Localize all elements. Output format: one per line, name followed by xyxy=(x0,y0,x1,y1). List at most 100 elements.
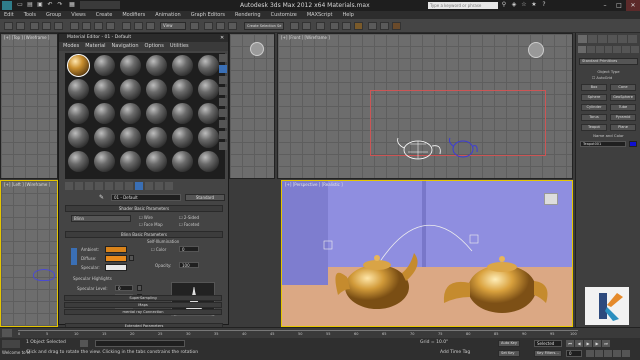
specular-color-swatch[interactable] xyxy=(105,264,127,271)
link-icon[interactable] xyxy=(30,22,39,30)
sample-slot[interactable] xyxy=(94,151,115,172)
mental-ray-connection-rollout[interactable]: mental ray Connection xyxy=(64,309,222,315)
material-editor-close-icon[interactable]: ✕ xyxy=(220,35,226,41)
autogrid-checkbox[interactable]: ☐ AutoGrid xyxy=(592,76,612,80)
sphere-button[interactable]: Sphere xyxy=(581,94,607,101)
specular-level-value[interactable]: 0 xyxy=(115,285,133,291)
background-icon[interactable] xyxy=(219,76,227,84)
bind-space-warp-icon[interactable] xyxy=(54,22,63,30)
render-setup-icon[interactable] xyxy=(368,22,377,30)
pyramid-button[interactable]: Pyramid xyxy=(610,114,636,121)
sample-slot[interactable] xyxy=(198,55,219,76)
pan-view-icon[interactable] xyxy=(622,350,630,357)
torus-button[interactable]: Torus xyxy=(581,114,607,121)
layer-manager-icon[interactable] xyxy=(316,22,325,30)
material-map-navigator-icon[interactable] xyxy=(219,142,227,150)
sample-slot[interactable] xyxy=(120,55,141,76)
opacity-value[interactable]: 100 xyxy=(179,262,199,268)
undo-icon[interactable]: ↶ xyxy=(46,1,54,9)
tube-button[interactable]: Tube xyxy=(610,104,636,111)
teapot-wireframe-front[interactable] xyxy=(396,134,446,160)
app-menu-icon[interactable] xyxy=(2,1,12,10)
viewcube-front-icon[interactable] xyxy=(528,42,544,58)
key-filters-button[interactable]: Key Filters... xyxy=(534,350,562,357)
window-crossing-icon[interactable] xyxy=(106,22,115,30)
name-and-color-header[interactable]: Name and Color xyxy=(579,133,638,138)
sample-slot[interactable] xyxy=(146,55,167,76)
teapot-button[interactable]: Teapot xyxy=(581,124,607,131)
go-forward-to-sibling-icon[interactable] xyxy=(165,182,173,190)
cameras-icon[interactable] xyxy=(604,46,613,53)
plane-button[interactable]: Plane xyxy=(610,124,636,131)
sample-slot[interactable] xyxy=(198,103,219,124)
favorites-icon[interactable]: ★ xyxy=(530,1,538,9)
sample-slot[interactable] xyxy=(172,79,193,100)
menu-edit[interactable]: Edit xyxy=(4,11,14,19)
menu-modifiers[interactable]: Modifiers xyxy=(122,11,145,19)
set-key-button[interactable]: Set Key xyxy=(498,350,520,357)
wire-checkbox[interactable]: ☐ Wire xyxy=(139,215,153,220)
zoom-extents-icon[interactable] xyxy=(604,350,612,357)
sample-slot[interactable] xyxy=(198,127,219,148)
material-name-field[interactable]: 01 - Default xyxy=(111,194,181,201)
redo-icon[interactable]: ↷ xyxy=(56,1,64,9)
viewport-top-label[interactable]: [+] [Top ] [Wireframe ] xyxy=(4,35,49,40)
backlight-icon[interactable] xyxy=(219,65,227,73)
workspace-dropdown[interactable] xyxy=(80,1,120,9)
create-tab-icon[interactable] xyxy=(578,35,587,43)
snaps-toggle-icon[interactable] xyxy=(204,22,213,30)
undo-tool-icon[interactable] xyxy=(4,22,13,30)
zoom-icon[interactable] xyxy=(586,350,594,357)
search-input[interactable]: Type a keyword or phrase xyxy=(428,2,498,9)
viewport-top[interactable]: [+] [Top ] [Wireframe ] xyxy=(0,33,58,179)
maximize-icon[interactable]: □ xyxy=(612,0,626,11)
add-time-tag[interactable]: Add Time Tag xyxy=(440,350,470,355)
sample-slot[interactable] xyxy=(68,127,89,148)
put-to-scene-icon[interactable] xyxy=(75,182,83,190)
specular-level-map-button[interactable] xyxy=(137,285,142,291)
cylinder-button[interactable]: Cylinder xyxy=(581,104,607,111)
teapot-left[interactable] xyxy=(332,243,422,313)
sample-slot[interactable] xyxy=(120,79,141,100)
diffuse-map-button[interactable] xyxy=(129,255,134,261)
pivot-center-icon[interactable] xyxy=(190,22,199,30)
redo-tool-icon[interactable] xyxy=(16,22,25,30)
select-by-name-icon[interactable] xyxy=(82,22,91,30)
me-menu-material[interactable]: Material xyxy=(85,42,105,51)
material-type-button[interactable]: Standard xyxy=(185,194,225,201)
material-editor-icon[interactable] xyxy=(354,22,363,30)
sample-slot[interactable] xyxy=(68,103,89,124)
save-file-icon[interactable]: ▣ xyxy=(36,1,44,9)
two-sided-checkbox[interactable]: ☐ 2-Sided xyxy=(179,215,199,220)
select-move-icon[interactable] xyxy=(122,22,131,30)
go-to-parent-icon[interactable] xyxy=(155,182,163,190)
select-by-material-icon[interactable] xyxy=(219,131,227,139)
make-preview-icon[interactable] xyxy=(219,109,227,117)
viewport-perspective[interactable]: [+] [Perspective ] [Realistic ] xyxy=(281,180,573,327)
get-material-icon[interactable] xyxy=(65,182,73,190)
selected-dropdown[interactable]: Selected xyxy=(534,340,562,347)
box-button[interactable]: Box xyxy=(581,84,607,91)
rendered-frame-window-icon[interactable] xyxy=(380,22,389,30)
time-ruler[interactable]: 0 5 10 15 20 25 30 35 40 45 50 55 60 65 … xyxy=(18,330,578,336)
me-menu-navigation[interactable]: Navigation xyxy=(112,42,139,51)
menu-group[interactable]: Group xyxy=(46,11,61,19)
go-to-end-icon[interactable]: ⏭ xyxy=(602,340,610,347)
put-to-library-icon[interactable] xyxy=(115,182,123,190)
maps-rollout[interactable]: Maps xyxy=(64,302,222,308)
named-selection-set-dropdown[interactable]: Create Selection Se xyxy=(244,22,284,30)
align-icon[interactable] xyxy=(302,22,311,30)
helpers-icon[interactable] xyxy=(613,46,622,53)
hierarchy-tab-icon[interactable] xyxy=(598,35,607,43)
maxscript-listener-icon[interactable] xyxy=(2,340,20,348)
current-frame-field[interactable]: 0 xyxy=(566,350,582,357)
video-color-check-icon[interactable] xyxy=(219,98,227,106)
viewport-front-label[interactable]: [+] [Front ] [Wireframe ] xyxy=(281,35,330,40)
menu-help[interactable]: Help xyxy=(343,11,354,19)
sample-slot[interactable] xyxy=(120,127,141,148)
object-color-swatch[interactable] xyxy=(629,141,637,147)
supersampling-rollout[interactable]: SuperSampling xyxy=(64,295,222,301)
reference-coordinate-dropdown[interactable]: View xyxy=(160,22,186,30)
lights-icon[interactable] xyxy=(595,46,604,53)
sample-slot[interactable] xyxy=(67,54,90,77)
